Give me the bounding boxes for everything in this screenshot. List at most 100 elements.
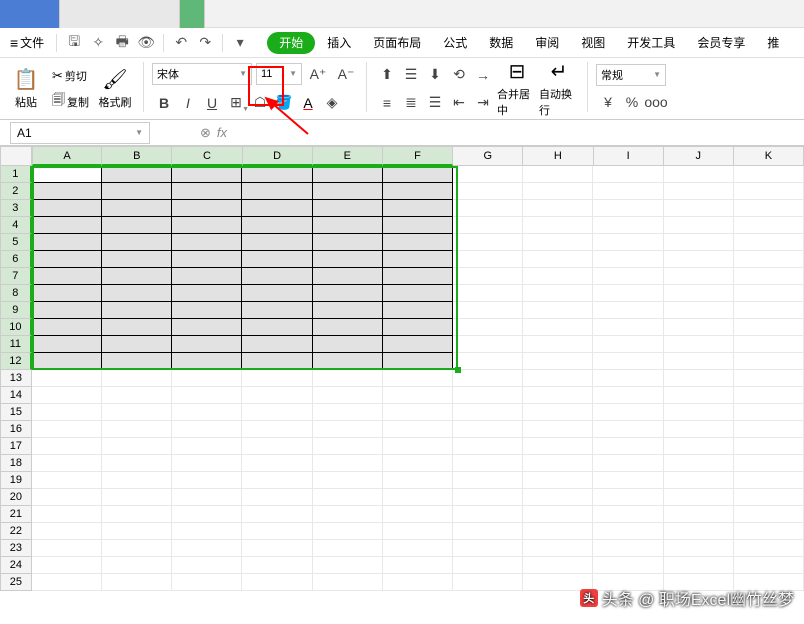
- row-header-4[interactable]: 4: [0, 217, 32, 234]
- cell-G19[interactable]: [453, 472, 523, 489]
- cell-J19[interactable]: [664, 472, 734, 489]
- cell-F7[interactable]: [383, 268, 453, 285]
- title-tab-add[interactable]: [180, 0, 205, 28]
- cell-E23[interactable]: [313, 540, 383, 557]
- cell-G22[interactable]: [453, 523, 523, 540]
- cell-C7[interactable]: [172, 268, 242, 285]
- cell-B20[interactable]: [102, 489, 172, 506]
- cell-G15[interactable]: [453, 404, 523, 421]
- cell-K5[interactable]: [734, 234, 804, 251]
- cell-B22[interactable]: [102, 523, 172, 540]
- cell-F2[interactable]: [383, 183, 453, 200]
- cell-C1[interactable]: [172, 166, 242, 183]
- align-right-button[interactable]: ☰: [423, 91, 447, 115]
- cell-F14[interactable]: [383, 387, 453, 404]
- ltr-button[interactable]: →: [471, 63, 495, 87]
- cell-K6[interactable]: [734, 251, 804, 268]
- cell-B13[interactable]: [102, 370, 172, 387]
- col-header-A[interactable]: A: [32, 146, 102, 166]
- cell-I22[interactable]: [593, 523, 663, 540]
- cell-D1[interactable]: [242, 166, 312, 183]
- font-size-select[interactable]: 11 ▼: [256, 63, 302, 85]
- cell-J11[interactable]: [664, 336, 734, 353]
- cell-D7[interactable]: [242, 268, 312, 285]
- cell-I11[interactable]: [593, 336, 663, 353]
- cell-H15[interactable]: [523, 404, 593, 421]
- cell-I2[interactable]: [593, 183, 663, 200]
- cell-H7[interactable]: [523, 268, 593, 285]
- cell-I19[interactable]: [593, 472, 663, 489]
- cell-B7[interactable]: [102, 268, 172, 285]
- cell-F3[interactable]: [383, 200, 453, 217]
- cell-A20[interactable]: [32, 489, 102, 506]
- row-header-16[interactable]: 16: [0, 421, 32, 438]
- cell-B21[interactable]: [102, 506, 172, 523]
- cell-J21[interactable]: [664, 506, 734, 523]
- underline-button[interactable]: U: [200, 91, 224, 115]
- row-header-6[interactable]: 6: [0, 251, 32, 268]
- row-header-13[interactable]: 13: [0, 370, 32, 387]
- cell-D3[interactable]: [242, 200, 312, 217]
- qat-print-icon[interactable]: 🖶: [111, 32, 133, 54]
- cell-C11[interactable]: [172, 336, 242, 353]
- cell-K23[interactable]: [734, 540, 804, 557]
- borders-button[interactable]: ⊞ ▼: [224, 91, 248, 115]
- align-bottom-button[interactable]: ⬇: [423, 63, 447, 87]
- cell-H22[interactable]: [523, 523, 593, 540]
- file-menu[interactable]: ≡ 文件: [4, 34, 50, 51]
- cell-A1[interactable]: [32, 166, 102, 183]
- cell-D2[interactable]: [242, 183, 312, 200]
- cell-B8[interactable]: [102, 285, 172, 302]
- cell-H19[interactable]: [523, 472, 593, 489]
- cell-E16[interactable]: [313, 421, 383, 438]
- cell-I15[interactable]: [593, 404, 663, 421]
- cell-C17[interactable]: [172, 438, 242, 455]
- cell-J1[interactable]: [664, 166, 734, 183]
- align-center-button[interactable]: ≣: [399, 91, 423, 115]
- cell-B1[interactable]: [102, 166, 172, 183]
- cell-C3[interactable]: [172, 200, 242, 217]
- cell-F4[interactable]: [383, 217, 453, 234]
- cell-G21[interactable]: [453, 506, 523, 523]
- cell-A18[interactable]: [32, 455, 102, 472]
- cell-K12[interactable]: [734, 353, 804, 370]
- cell-A15[interactable]: [32, 404, 102, 421]
- cell-F17[interactable]: [383, 438, 453, 455]
- cell-F5[interactable]: [383, 234, 453, 251]
- cell-F19[interactable]: [383, 472, 453, 489]
- cell-I24[interactable]: [593, 557, 663, 574]
- row-header-12[interactable]: 12: [0, 353, 32, 370]
- cell-G24[interactable]: [453, 557, 523, 574]
- merge-center-button[interactable]: ⊟ 合并居中: [497, 62, 537, 116]
- cell-K3[interactable]: [734, 200, 804, 217]
- cell-H8[interactable]: [523, 285, 593, 302]
- cell-C24[interactable]: [172, 557, 242, 574]
- cell-J20[interactable]: [664, 489, 734, 506]
- cell-E2[interactable]: [313, 183, 383, 200]
- clear-format-button[interactable]: ◈: [320, 91, 344, 115]
- cell-I1[interactable]: [593, 166, 663, 183]
- cell-G8[interactable]: [453, 285, 523, 302]
- cell-C6[interactable]: [172, 251, 242, 268]
- cell-C20[interactable]: [172, 489, 242, 506]
- cell-E18[interactable]: [313, 455, 383, 472]
- cell-G11[interactable]: [453, 336, 523, 353]
- cell-E7[interactable]: [313, 268, 383, 285]
- paste-button[interactable]: 📋 粘贴: [6, 62, 46, 116]
- cell-K17[interactable]: [734, 438, 804, 455]
- cell-C21[interactable]: [172, 506, 242, 523]
- row-header-9[interactable]: 9: [0, 302, 32, 319]
- cell-J10[interactable]: [664, 319, 734, 336]
- wrap-text-button[interactable]: ↵ 自动换行: [539, 62, 579, 116]
- cell-E10[interactable]: [313, 319, 383, 336]
- cell-E24[interactable]: [313, 557, 383, 574]
- cell-C18[interactable]: [172, 455, 242, 472]
- row-header-22[interactable]: 22: [0, 523, 32, 540]
- row-header-3[interactable]: 3: [0, 200, 32, 217]
- cell-B16[interactable]: [102, 421, 172, 438]
- cell-A12[interactable]: [32, 353, 102, 370]
- col-header-J[interactable]: J: [664, 146, 734, 166]
- cell-I17[interactable]: [593, 438, 663, 455]
- cell-F8[interactable]: [383, 285, 453, 302]
- cell-K15[interactable]: [734, 404, 804, 421]
